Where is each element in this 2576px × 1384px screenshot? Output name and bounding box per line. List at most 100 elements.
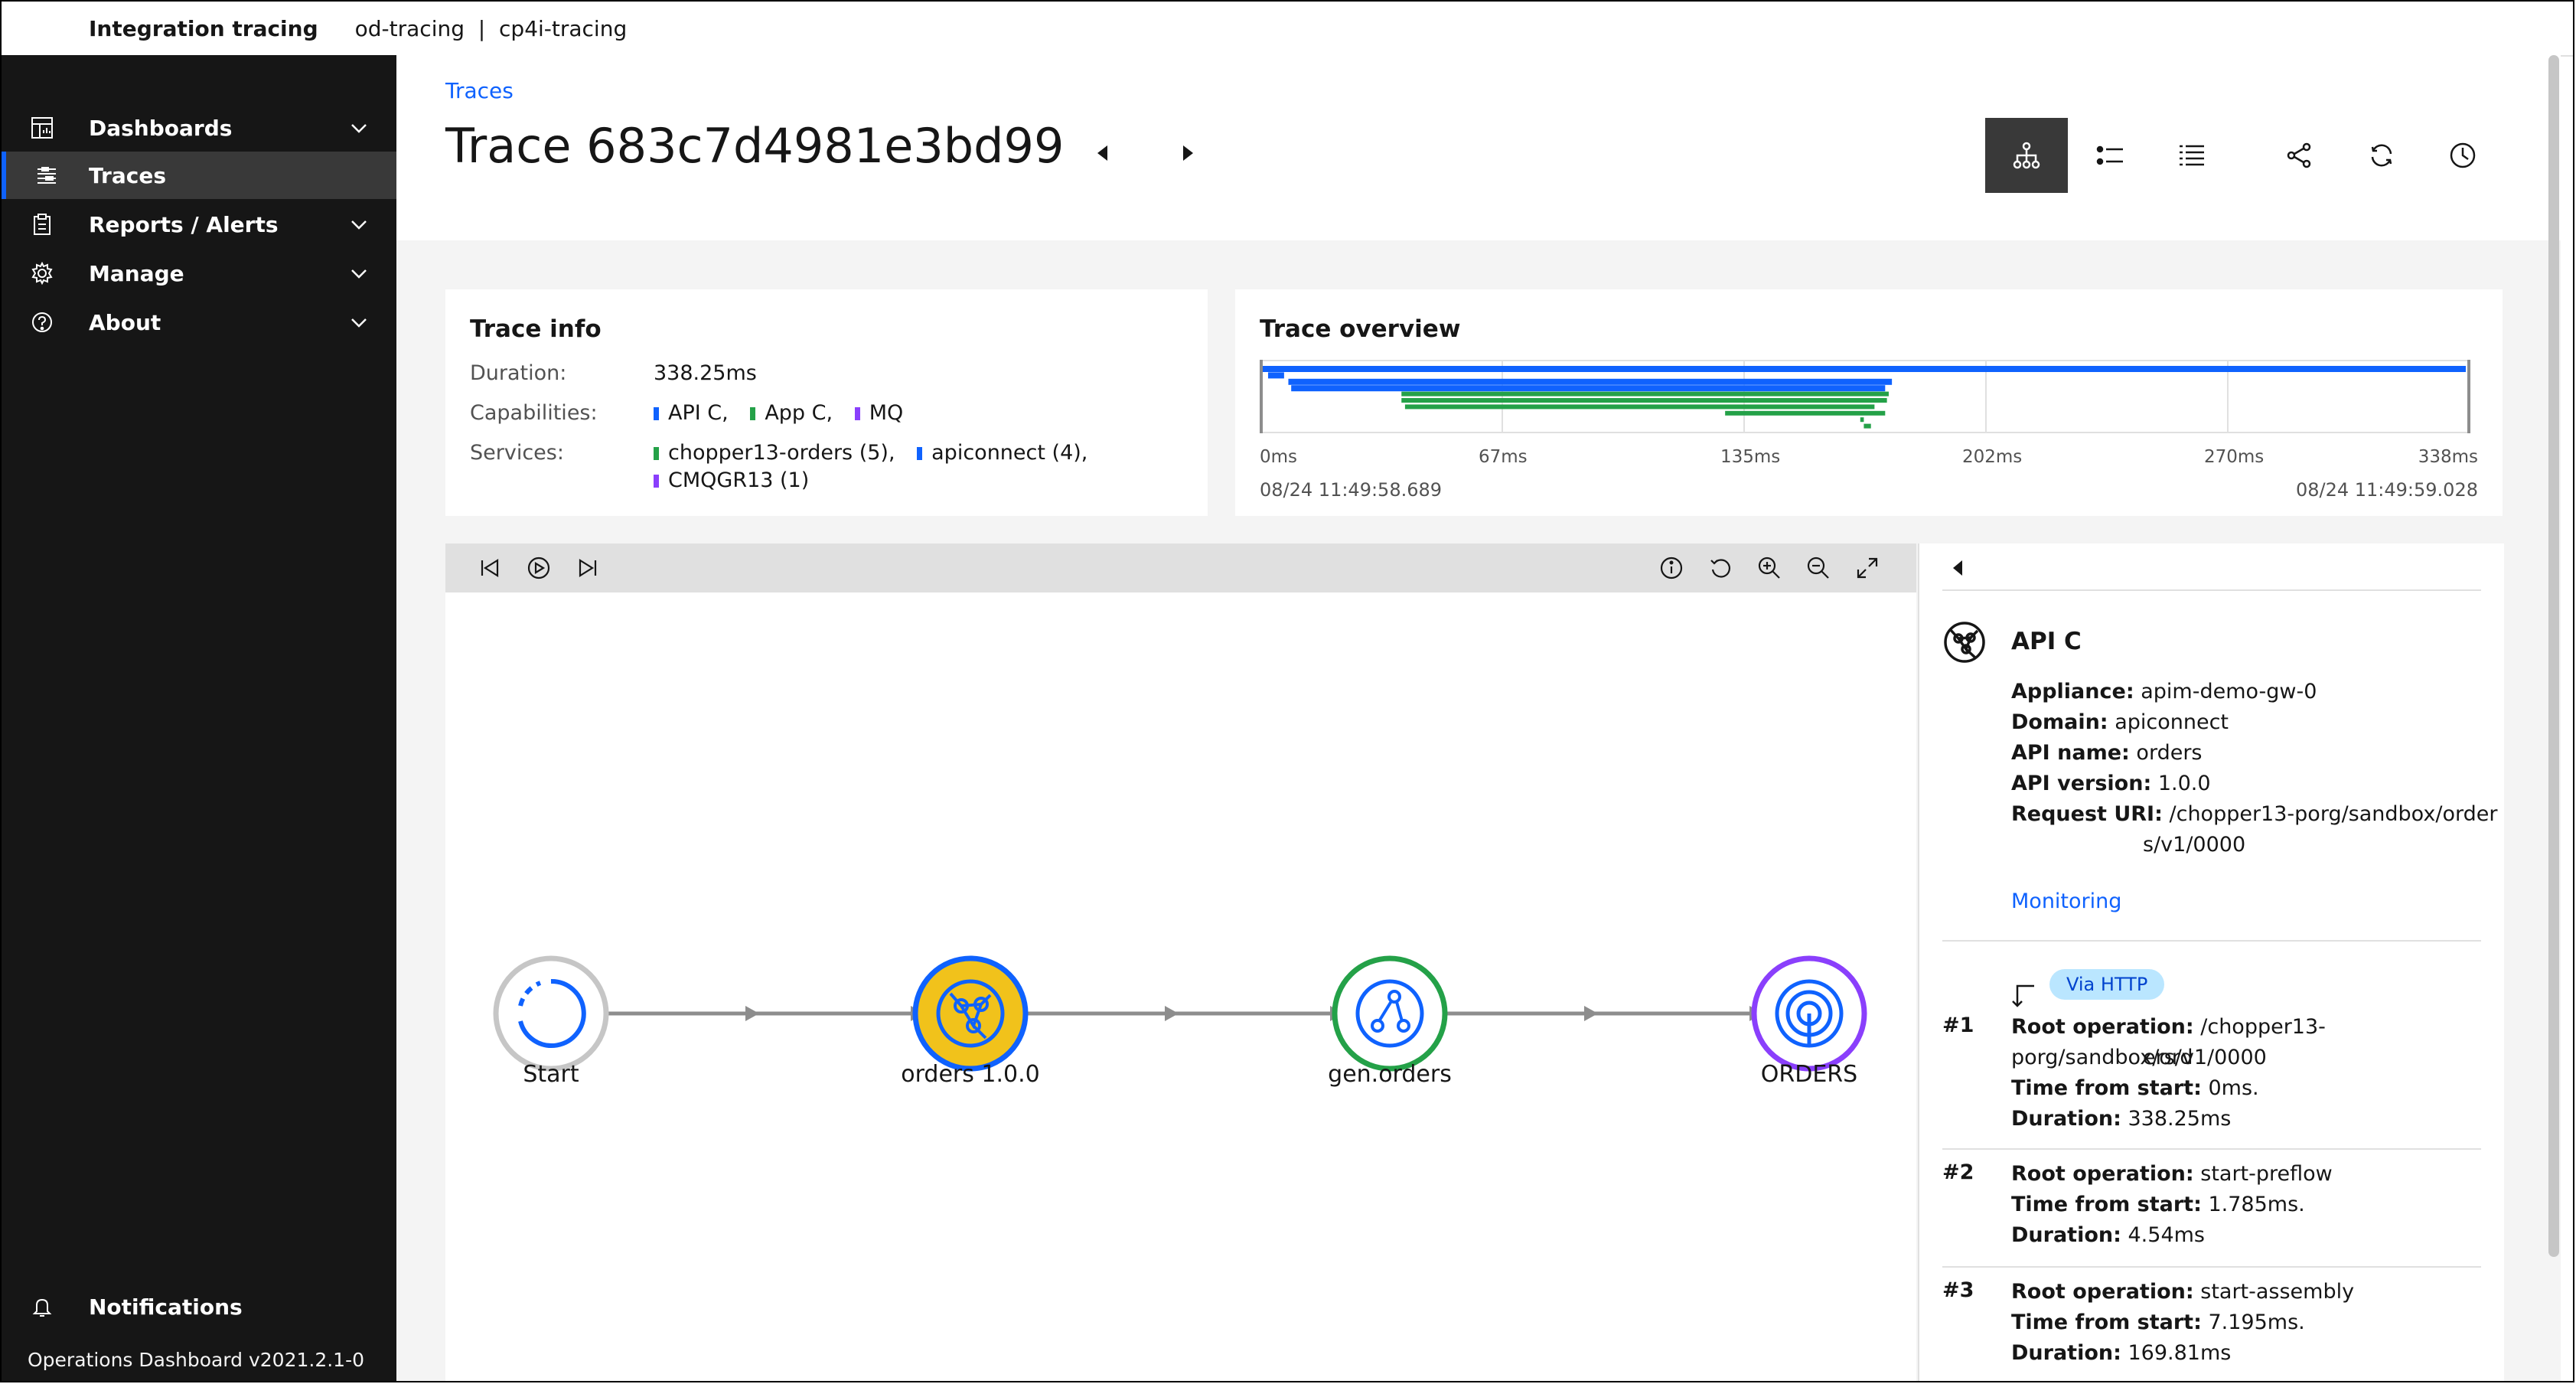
- sidebar-item-label: About: [89, 309, 161, 335]
- timeline-span: [1725, 410, 1886, 416]
- chevron-down-icon: [351, 269, 367, 279]
- info-icon[interactable]: [1658, 554, 1685, 582]
- breadcrumb-traces[interactable]: Traces: [445, 78, 514, 103]
- timeline-tick-label: 338ms: [2418, 447, 2478, 467]
- operation-time-from-start: Time from start: 7.195ms.: [2011, 1311, 2305, 1334]
- duration-label: Duration:: [470, 361, 567, 385]
- traces-icon: [34, 162, 60, 188]
- graph-node-api[interactable]: [912, 955, 1029, 1072]
- previous-trace-icon[interactable]: [1097, 145, 1107, 161]
- monitoring-link[interactable]: Monitoring: [2011, 886, 2121, 917]
- detail-field: API version: 1.0.0: [2011, 772, 2211, 795]
- timeline-span: [1288, 378, 1893, 385]
- list-bullets-button[interactable]: [2069, 118, 2152, 193]
- trace-graph-canvas[interactable]: [445, 592, 1916, 1358]
- list-button[interactable]: [2150, 118, 2233, 193]
- service-item: CMQGR13 (1): [654, 468, 809, 492]
- page-title: Trace 683c7d4981e3bd99: [445, 118, 1065, 174]
- services-list: chopper13-orders (5), apiconnect (4),: [654, 441, 1087, 465]
- operation-number: #2: [1942, 1160, 1974, 1184]
- topology-view-icon: [2013, 142, 2040, 169]
- timeline-span: [1864, 423, 1871, 429]
- sidebar-item-manage[interactable]: Manage: [2, 250, 396, 297]
- skip-forward-icon[interactable]: [574, 554, 602, 582]
- notifications-label: Notifications: [89, 1294, 243, 1320]
- graph-toolbar: [445, 543, 1916, 592]
- time-icon: [2450, 142, 2476, 168]
- sidebar-item-traces[interactable]: Traces: [2, 152, 396, 199]
- fit-to-screen-icon[interactable]: [1854, 554, 1881, 582]
- timeline-span: [1401, 391, 1889, 397]
- operation-number: #1: [1942, 1014, 1974, 1037]
- node-label-mq: ORDERS: [1760, 1061, 1858, 1088]
- graph-node-mq[interactable]: [1751, 955, 1867, 1072]
- timeline-span: [1860, 417, 1864, 423]
- zoom-out-icon[interactable]: [1805, 554, 1832, 582]
- top-header: Integration tracing od-tracing | cp4i-tr…: [2, 2, 2573, 57]
- list-bullets-icon: [2096, 145, 2123, 165]
- timeline-span: [1263, 366, 2466, 372]
- time-button[interactable]: [2421, 118, 2504, 193]
- detail-field: API name: orders: [2011, 741, 2203, 765]
- timeline-span: [1291, 385, 1886, 392]
- sidebar-item-reports-alerts[interactable]: Reports / Alerts: [2, 201, 396, 248]
- operation-time-from-start: Time from start: 0ms.: [2011, 1076, 2259, 1100]
- context-label: od-tracing | cp4i-tracing: [354, 15, 628, 41]
- capability-item: App C,: [750, 401, 833, 425]
- product-name[interactable]: Integration tracing: [89, 16, 318, 41]
- topology-view-button[interactable]: [1985, 118, 2068, 193]
- zoom-in-icon[interactable]: [1756, 554, 1783, 582]
- capability-item: API C,: [654, 401, 729, 425]
- node-label-api: orders 1.0.0: [901, 1061, 1040, 1088]
- start-timestamp: 08/24 11:49:58.689: [1260, 479, 1443, 501]
- share-button[interactable]: [2258, 118, 2340, 193]
- notifications-button[interactable]: Notifications: [2, 1283, 396, 1330]
- skip-back-icon[interactable]: [476, 554, 504, 582]
- list-icon: [2180, 145, 2204, 166]
- operation-duration: Duration: 338.25ms: [2011, 1107, 2232, 1131]
- play-icon[interactable]: [525, 554, 553, 582]
- chevron-down-icon: [351, 318, 367, 328]
- timeline-span: [1404, 404, 1875, 410]
- detail-title: API C: [2011, 628, 2082, 655]
- graph-node-app[interactable]: [1332, 955, 1448, 1072]
- via-http-badge: Via HTTP: [2049, 969, 2165, 1000]
- sidebar: Dashboards Traces Reports / Alerts Manag…: [2, 55, 396, 1381]
- main-content: Traces Trace 683c7d4981e3bd99 Trace info…: [396, 55, 2561, 1381]
- card-title: Trace overview: [1260, 315, 1461, 343]
- trace-overview-card: Trace overview 0ms 67ms 135ms 202ms 270ms 338…: [1235, 289, 2503, 516]
- timeline-tick-label: 270ms: [2204, 447, 2265, 467]
- sidebar-item-dashboards[interactable]: Dashboards: [2, 104, 396, 152]
- reset-icon[interactable]: [1707, 554, 1734, 582]
- node-label-app: gen.orders: [1328, 1061, 1452, 1088]
- operation-duration: Duration: 169.81ms: [2011, 1341, 2232, 1365]
- gear-icon: [29, 260, 55, 286]
- sidebar-item-about[interactable]: About: [2, 299, 396, 346]
- trace-info-card: Trace info Duration: 338.25ms Capabiliti…: [445, 289, 1208, 516]
- timeline-tick-label: 67ms: [1479, 447, 1528, 467]
- operation-number: #3: [1942, 1278, 1974, 1302]
- next-trace-icon[interactable]: [1183, 145, 1193, 161]
- sidebar-item-label: Dashboards: [89, 115, 233, 141]
- dashboard-icon: [29, 115, 55, 141]
- page-header: Traces Trace 683c7d4981e3bd99: [396, 55, 2561, 240]
- node-label-start: Start: [523, 1061, 579, 1088]
- report-icon: [29, 211, 55, 237]
- capabilities-label: Capabilities:: [470, 401, 598, 425]
- api-icon: [1944, 622, 1985, 663]
- end-timestamp: 08/24 11:49:59.028: [2295, 479, 2478, 501]
- detail-field-continued: s/v1/0000: [2143, 833, 2246, 857]
- timeline-span: [1401, 398, 1887, 403]
- detail-field: Domain: apiconnect: [2011, 710, 2229, 734]
- timeline-tick-label: 202ms: [1962, 447, 2023, 467]
- duration-value: 338.25ms: [654, 361, 757, 385]
- graph-node-start[interactable]: [493, 955, 609, 1072]
- trace-overview-timeline[interactable]: [1260, 360, 2499, 436]
- page-scrollbar[interactable]: [2548, 55, 2559, 1257]
- refresh-button[interactable]: [2340, 118, 2423, 193]
- card-title: Trace info: [470, 315, 602, 343]
- operation-root: Root operation: start-assembly: [2011, 1280, 2355, 1304]
- operation-time-from-start: Time from start: 1.785ms.: [2011, 1193, 2305, 1216]
- share-icon: [2287, 142, 2311, 168]
- collapse-panel-icon[interactable]: [1953, 560, 1962, 576]
